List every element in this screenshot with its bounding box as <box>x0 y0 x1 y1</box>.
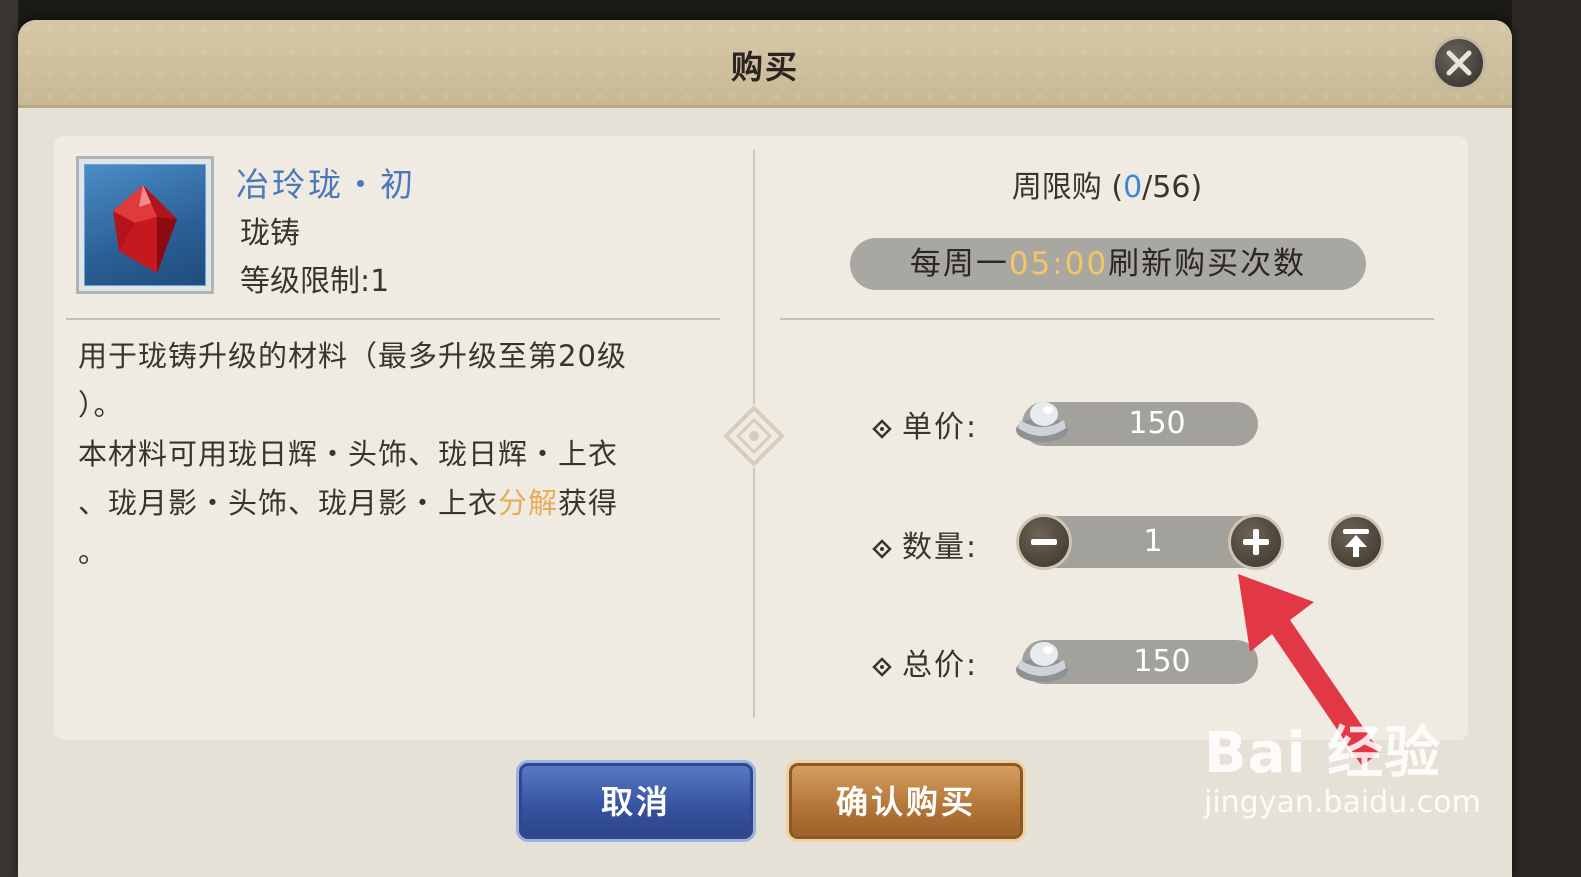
quantity-value[interactable]: 1 <box>1143 524 1162 559</box>
description-line-4-tail: 获得 <box>558 486 619 520</box>
quantity-label-text: 数量: <box>902 530 979 565</box>
description-line-3: 本材料可用珑日辉・头饰、珑日辉・上衣 <box>78 437 619 471</box>
refresh-suffix: 刷新购买次数 <box>1108 246 1307 282</box>
weekly-limit-open: ( <box>1111 170 1124 205</box>
dialog-header: 购买 <box>18 20 1512 108</box>
weekly-limit: 周限购 (0/56) <box>780 162 1434 206</box>
unit-price-label: 单价: <box>872 402 978 446</box>
item-level-requirement: 等级限制:1 <box>240 264 390 299</box>
refresh-time: 05:00 <box>1008 246 1109 282</box>
total-price-label-text: 总价: <box>902 648 979 683</box>
total-price-label: 总价: <box>872 640 978 684</box>
quantity-max-button[interactable] <box>1328 514 1384 570</box>
silver-ingot-icon <box>1016 642 1068 682</box>
total-price-value: 150 <box>1133 644 1191 679</box>
weekly-limit-max: 56 <box>1152 170 1191 205</box>
ornament-icon <box>722 404 786 468</box>
item-icon-background <box>84 164 206 286</box>
diamond-bullet-icon <box>872 538 892 559</box>
refresh-notice: 每周一05:00刷新购买次数 <box>850 238 1366 290</box>
decompose-link[interactable]: 分解 <box>498 486 558 520</box>
quantity-increase-button[interactable] <box>1228 514 1284 570</box>
watermark-main: Bai 经验 <box>1204 721 1442 786</box>
plus-icon <box>1243 529 1269 555</box>
item-category: 珑铸 <box>240 216 300 251</box>
divider-left <box>66 318 720 320</box>
description-line-4: 、珑月影・头饰、珑月影・上衣分解获得 <box>78 479 708 528</box>
divider-right <box>780 318 1434 320</box>
confirm-purchase-button[interactable]: 确认购买 <box>786 760 1026 842</box>
description-line-1: 用于珑铸升级的材料（最多升级至第20级 <box>78 339 627 373</box>
minus-icon <box>1031 539 1057 545</box>
close-button[interactable] <box>1432 36 1486 90</box>
silver-ingot-icon <box>1016 402 1068 442</box>
item-icon-frame <box>76 156 214 294</box>
weekly-limit-label: 周限购 <box>1011 170 1102 205</box>
description-line-4-text: 、珑月影・头饰、珑月影・上衣 <box>78 486 499 520</box>
unit-price-value: 150 <box>1128 406 1186 441</box>
weekly-limit-used: 0 <box>1123 170 1143 205</box>
dialog-title: 购买 <box>730 48 799 86</box>
description-line-5: 。 <box>78 535 109 569</box>
watermark: Bai 经验 jingyan.baidu.com <box>1204 708 1481 820</box>
background-right-edge <box>1512 0 1581 877</box>
weekly-limit-sep: / <box>1142 170 1153 205</box>
close-icon <box>1446 50 1472 76</box>
quantity-label: 数量: <box>872 522 978 566</box>
item-description: 用于珑铸升级的材料（最多升级至第20级 ）。 本材料可用珑日辉・头饰、珑日辉・上… <box>78 332 708 577</box>
gem-icon <box>113 185 177 273</box>
watermark-sub: jingyan.baidu.com <box>1204 785 1481 820</box>
refresh-prefix: 每周一 <box>909 246 1009 282</box>
weekly-limit-close: ) <box>1190 170 1203 205</box>
item-name: 冶玲珑・初 <box>236 165 416 204</box>
diamond-bullet-icon <box>872 656 892 677</box>
background-left-edge <box>0 0 18 877</box>
diamond-bullet-icon <box>872 418 892 439</box>
cancel-button[interactable]: 取消 <box>516 760 756 842</box>
max-icon <box>1343 529 1369 557</box>
description-line-2: ）。 <box>78 388 124 422</box>
unit-price-label-text: 单价: <box>902 410 979 445</box>
quantity-decrease-button[interactable] <box>1016 514 1072 570</box>
